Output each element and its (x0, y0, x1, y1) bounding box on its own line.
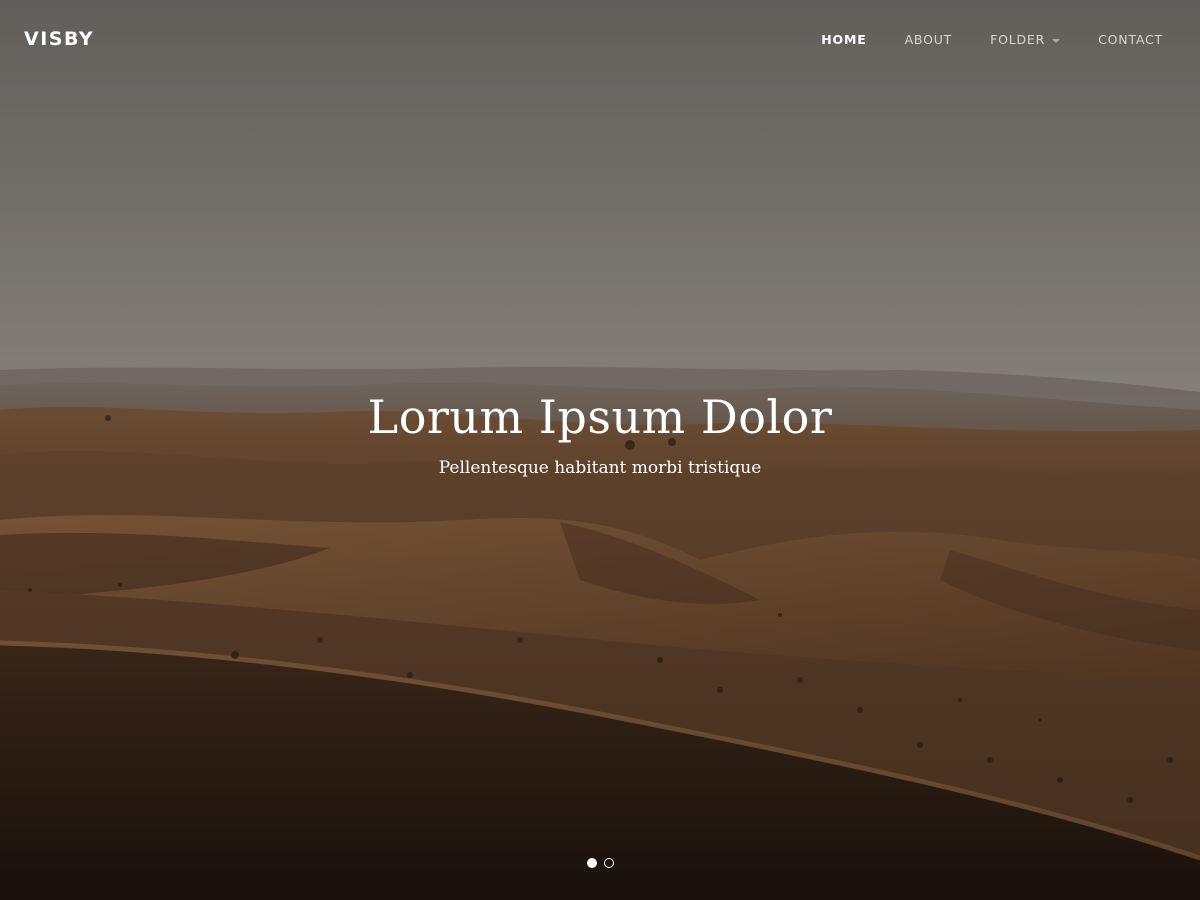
nav-item-label: HOME (821, 32, 867, 47)
chevron-down-icon (1052, 39, 1061, 43)
nav-item-home[interactable]: HOME (821, 31, 866, 49)
hero-caption: Lorum Ipsum Dolor Pellentesque habitant … (0, 386, 1200, 480)
hero-slideshow: VISBY HOME ABOUT FOLDER CONTACT Lorum Ip… (0, 0, 1200, 900)
nav-item-about[interactable]: ABOUT (905, 31, 953, 49)
hero-title: Lorum Ipsum Dolor (367, 390, 833, 444)
nav-item-label: FOLDER (990, 32, 1046, 47)
slide-dot-1[interactable] (586, 858, 597, 868)
slide-dot-2[interactable] (603, 858, 614, 868)
nav-item-folder[interactable]: FOLDER (990, 31, 1061, 49)
site-logo[interactable]: VISBY (24, 28, 94, 50)
site-header: VISBY HOME ABOUT FOLDER CONTACT (0, 0, 1200, 80)
nav-item-contact[interactable]: CONTACT (1098, 31, 1163, 49)
main-nav: HOME ABOUT FOLDER CONTACT (783, 31, 1163, 49)
nav-item-label: CONTACT (1098, 32, 1163, 47)
slider-pagination (0, 858, 1200, 868)
hero-subtitle: Pellentesque habitant morbi tristique (438, 458, 762, 478)
nav-item-label: ABOUT (904, 32, 953, 47)
